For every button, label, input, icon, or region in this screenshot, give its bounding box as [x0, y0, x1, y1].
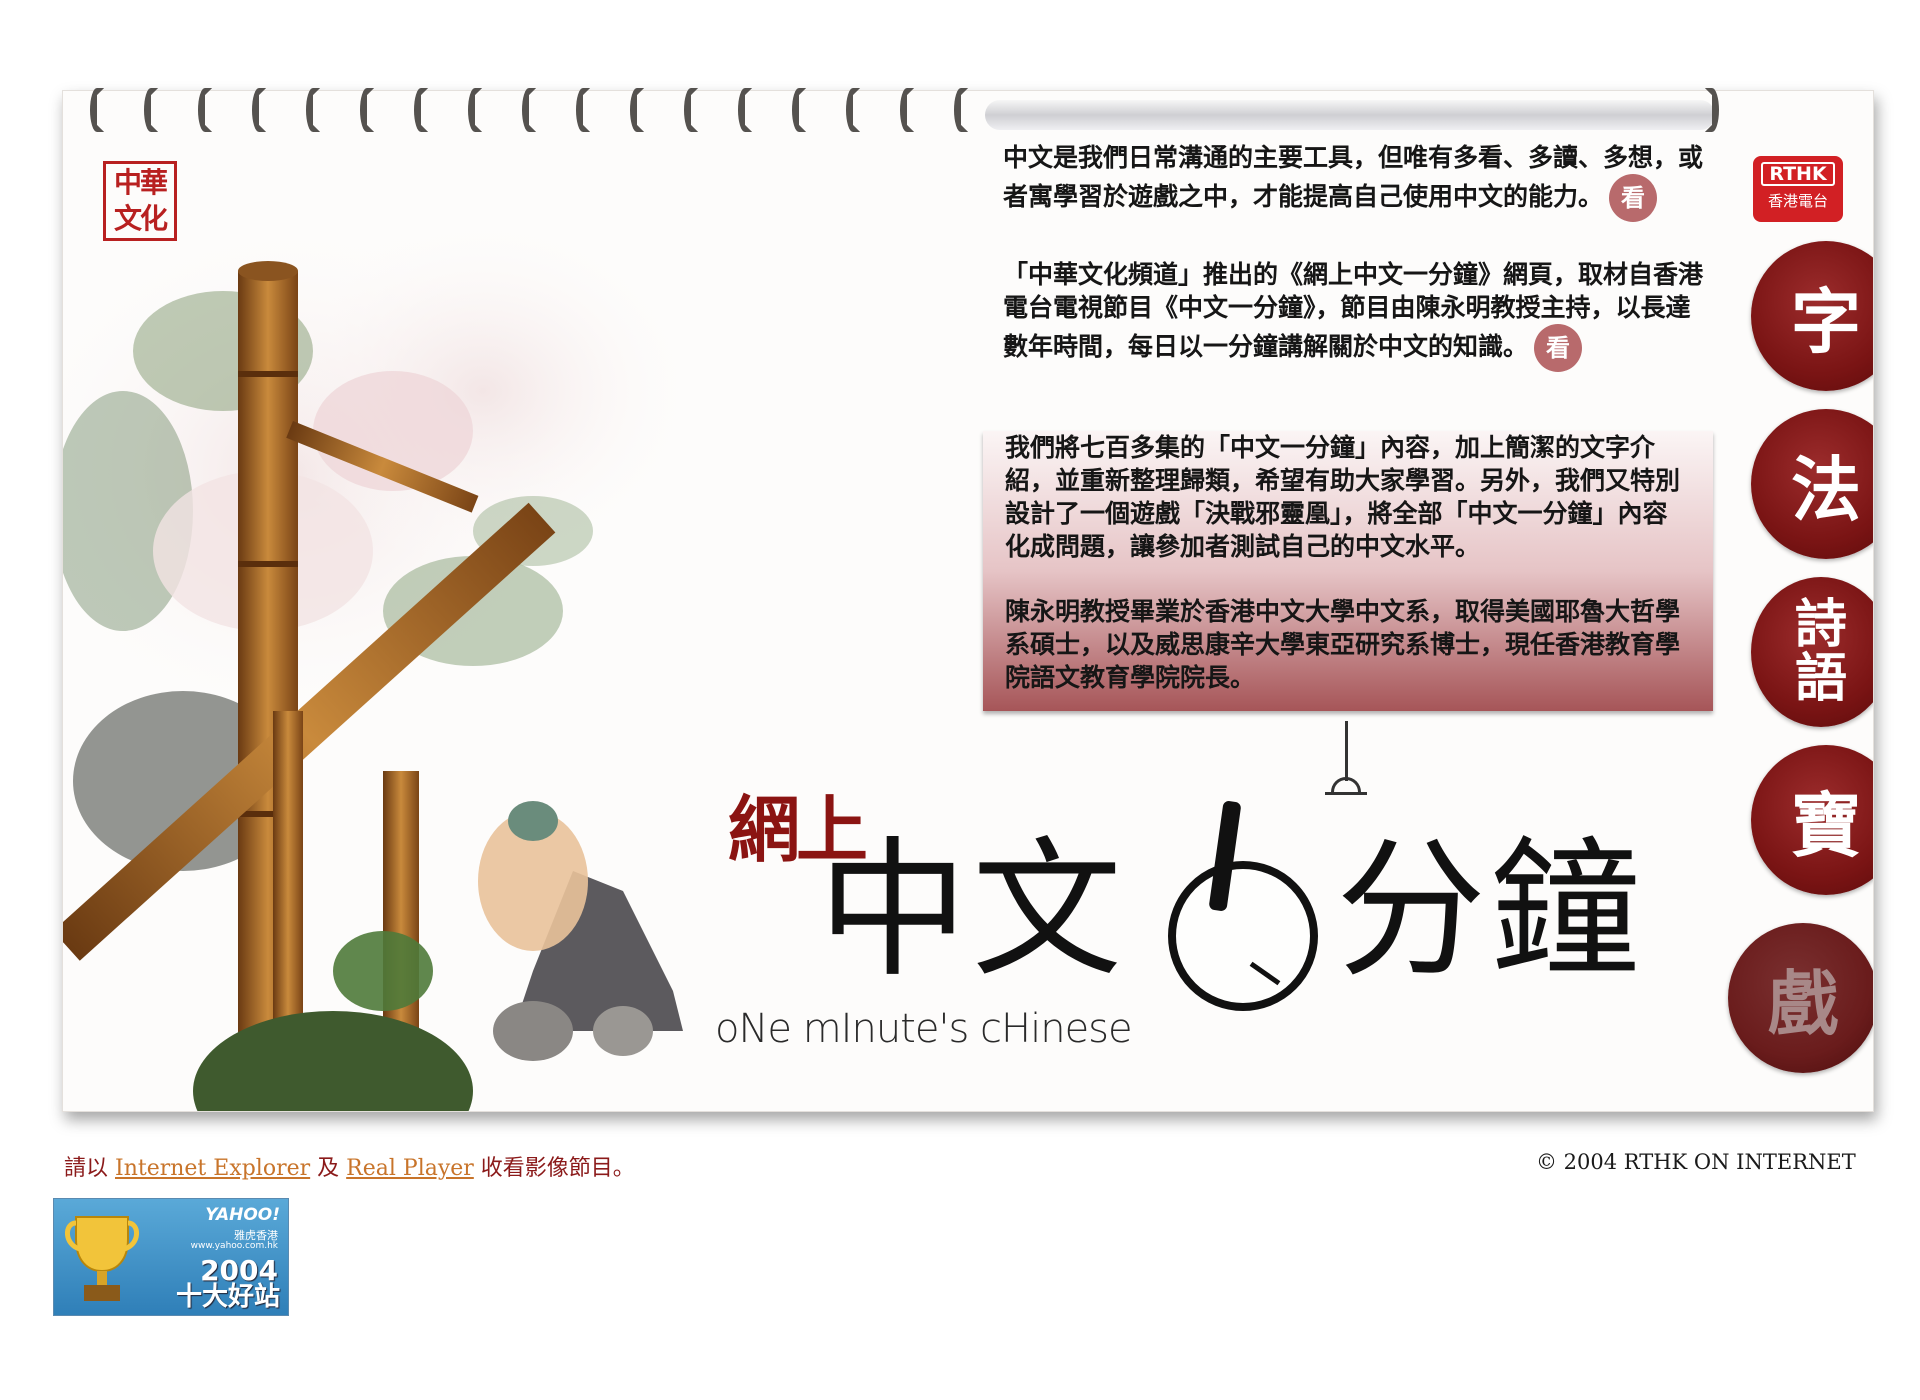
- binder-rings: [90, 88, 1008, 144]
- binder-ring: [144, 88, 158, 132]
- rthk-logo[interactable]: RTHK 香港電台: [1753, 156, 1843, 222]
- binder-ring: [684, 88, 698, 132]
- binder-ring: [846, 88, 860, 132]
- binder-ring: [360, 88, 374, 132]
- binder-ring: [792, 88, 806, 132]
- intro-p1-text: 中文是我們日常溝通的主要工具，但唯有多看、多讀、多想，或者寓學習於遊戲之中，才能…: [1003, 143, 1704, 211]
- menu-grammar-label: 法: [1791, 448, 1861, 531]
- look-button-2[interactable]: 看: [1534, 324, 1583, 372]
- binder-ring: [576, 88, 590, 132]
- logo-title-left: 中文: [818, 824, 1127, 998]
- award-title: 十大好站: [175, 1282, 280, 1312]
- binder-ring-end: [1705, 88, 1719, 132]
- menu-grammar-button[interactable]: 法: [1751, 409, 1873, 559]
- binder-ring: [738, 88, 752, 132]
- binder-ring: [414, 88, 428, 132]
- binder-ring: [252, 88, 266, 132]
- menu-word-button[interactable]: 字: [1751, 241, 1873, 391]
- menu-word-label: 字: [1791, 280, 1861, 363]
- rthk-logo-text: RTHK: [1761, 162, 1835, 186]
- hanger-base: [1325, 792, 1367, 795]
- notice-and: 及: [310, 1156, 347, 1181]
- binder-bar: [985, 100, 1715, 130]
- description-panel-text: 我們將七百多集的「中文一分鐘」內容，加上簡潔的文字介紹，並重新整理歸類，希望有助…: [1005, 431, 1685, 726]
- clock-icon: [1168, 861, 1318, 1011]
- intro-paragraph-1: 中文是我們日常溝通的主要工具，但唯有多看、多讀、多想，或者寓學習於遊戲之中，才能…: [1003, 141, 1703, 222]
- menu-idiom-label: 詩語: [1794, 595, 1847, 709]
- menu-treasure-button[interactable]: 寶: [1751, 745, 1873, 895]
- real-player-link[interactable]: Real Player: [346, 1156, 474, 1181]
- notice-suffix: 收看影像節目。: [473, 1156, 635, 1181]
- binder-ring: [306, 88, 320, 132]
- binder-ring: [198, 88, 212, 132]
- menu-game-button[interactable]: 戲: [1728, 923, 1873, 1073]
- player-notice: 請以 Internet Explorer 及 Real Player 收看影像節…: [64, 1150, 635, 1182]
- rthk-logo-chinese: 香港電台: [1767, 192, 1828, 210]
- chinese-culture-seal: 中華文化: [103, 161, 177, 241]
- hanger-line: [1345, 721, 1348, 781]
- intro-text: 中文是我們日常溝通的主要工具，但唯有多看、多讀、多想，或者寓學習於遊戲之中，才能…: [1003, 141, 1703, 408]
- award-year: 2004: [200, 1254, 278, 1287]
- description-paragraph-1: 我們將七百多集的「中文一分鐘」內容，加上簡潔的文字介紹，並重新整理歸類，希望有助…: [1005, 433, 1681, 561]
- logo-english-title: oNe mInute's cHinese: [715, 1006, 1133, 1052]
- logo-title-right: 分鐘: [1336, 824, 1645, 998]
- binder-ring: [630, 88, 644, 132]
- yahoo-logo: YAHOO!: [205, 1205, 280, 1225]
- notice-prefix: 請以: [64, 1156, 115, 1181]
- menu-idiom-button[interactable]: 詩語: [1751, 577, 1873, 727]
- yahoo-url: www.yahoo.com.hk: [190, 1241, 278, 1251]
- yahoo-award-badge[interactable]: YAHOO! 雅虎香港 www.yahoo.com.hk 2004 十大好站: [53, 1198, 289, 1316]
- binder-ring: [900, 88, 914, 132]
- trophy-icon: [65, 1216, 139, 1301]
- hanger-hook: [1331, 777, 1361, 793]
- look-button-1[interactable]: 看: [1609, 174, 1658, 222]
- intro-p2-text: 「中華文化頻道」推出的《網上中文一分鐘》網頁，取材自香港電台電視節目《中文一分鐘…: [1003, 260, 1704, 361]
- binder-ring: [522, 88, 536, 132]
- copyright: © 2004 RTHK ON INTERNET: [1536, 1150, 1856, 1174]
- binder-ring: [954, 88, 968, 132]
- binder-ring: [468, 88, 482, 132]
- internet-explorer-link[interactable]: Internet Explorer: [115, 1156, 310, 1181]
- binder-ring: [90, 88, 104, 132]
- intro-paragraph-2: 「中華文化頻道」推出的《網上中文一分鐘》網頁，取材自香港電台電視節目《中文一分鐘…: [1003, 258, 1703, 372]
- menu-treasure-label: 寶: [1791, 784, 1861, 867]
- calendar-page: 中華文化 中文是我們日常溝通的主要工具，但唯有多看、多讀、多想，或者寓學習於遊戲…: [62, 90, 1874, 1112]
- menu-game-label: 戲: [1768, 962, 1838, 1045]
- description-paragraph-2: 陳永明教授畢業於香港中文大學中文系，取得美國耶魯大哲學系碩士，以及威思康辛大學東…: [1005, 597, 1681, 692]
